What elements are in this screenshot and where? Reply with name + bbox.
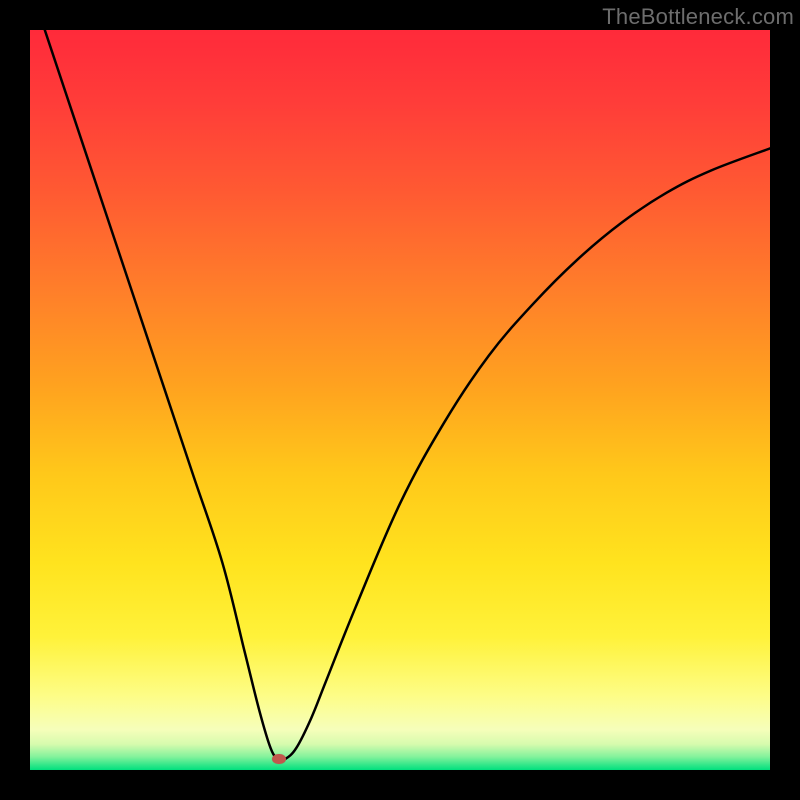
chart-frame <box>30 30 770 770</box>
optimal-point-marker <box>272 754 286 764</box>
watermark-text: TheBottleneck.com <box>602 4 794 30</box>
chart-background-gradient <box>30 30 770 770</box>
